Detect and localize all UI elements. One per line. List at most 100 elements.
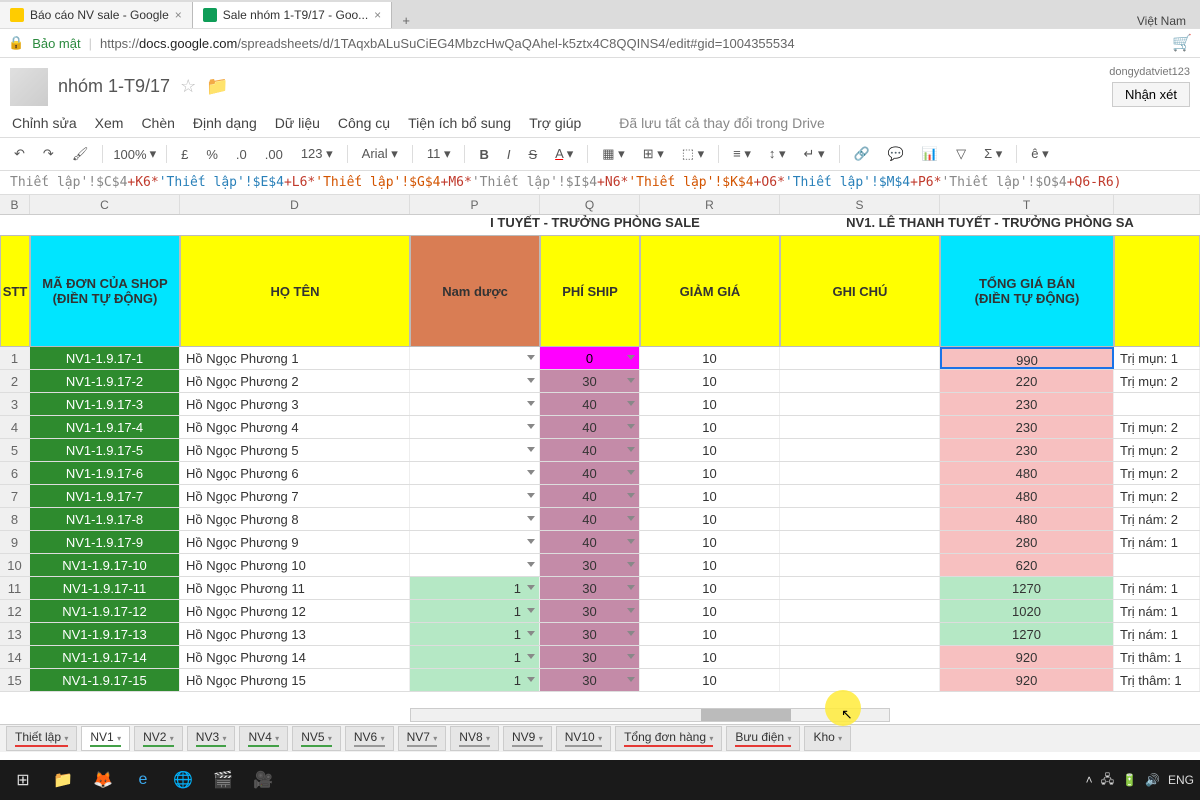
cell-u[interactable]: Trị nám: 1: [1114, 531, 1200, 553]
row-number[interactable]: 3: [0, 393, 30, 415]
chevron-down-icon[interactable]: [627, 677, 635, 682]
cell-name[interactable]: Hồ Ngọc Phương 10: [180, 554, 410, 576]
table-row[interactable]: 6NV1-1.9.17-6Hồ Ngọc Phương 64010480Trị …: [0, 462, 1200, 485]
row-number[interactable]: 15: [0, 669, 30, 691]
cell-name[interactable]: Hồ Ngọc Phương 12: [180, 600, 410, 622]
row-number[interactable]: 10: [0, 554, 30, 576]
sheet-tab[interactable]: NV7 ▾: [398, 726, 447, 751]
table-row[interactable]: 10NV1-1.9.17-10Hồ Ngọc Phương 103010620: [0, 554, 1200, 577]
cell-s[interactable]: [780, 393, 940, 415]
cell-code[interactable]: NV1-1.9.17-14: [30, 646, 180, 668]
table-row[interactable]: 8NV1-1.9.17-8Hồ Ngọc Phương 84010480Trị …: [0, 508, 1200, 531]
cell-q[interactable]: 40: [540, 416, 640, 438]
cell-u[interactable]: Trị mụn: 2: [1114, 439, 1200, 461]
cell-t[interactable]: 230: [940, 416, 1114, 438]
dec-decrease-button[interactable]: .0: [232, 145, 251, 164]
cell-q[interactable]: 30: [540, 623, 640, 645]
cell-t[interactable]: 620: [940, 554, 1114, 576]
chevron-down-icon[interactable]: [627, 378, 635, 383]
chevron-down-icon[interactable]: [527, 378, 535, 383]
chevron-down-icon[interactable]: [527, 585, 535, 590]
sheet-tab[interactable]: NV2 ▾: [134, 726, 183, 751]
sheet-tab[interactable]: Thiết lập ▾: [6, 726, 77, 751]
chevron-down-icon[interactable]: [527, 355, 535, 360]
ime-indicator[interactable]: Việt Nam: [1123, 14, 1200, 28]
cell-u[interactable]: Trị mụn: 1: [1114, 347, 1200, 369]
cell-q[interactable]: 40: [540, 508, 640, 530]
cell-q[interactable]: 40: [540, 439, 640, 461]
table-row[interactable]: 1NV1-1.9.17-1Hồ Ngọc Phương 1010990Trị m…: [0, 347, 1200, 370]
table-row[interactable]: 14NV1-1.9.17-14Hồ Ngọc Phương 1413010920…: [0, 646, 1200, 669]
cell-code[interactable]: NV1-1.9.17-7: [30, 485, 180, 507]
cell-r[interactable]: 10: [640, 462, 780, 484]
cell-name[interactable]: Hồ Ngọc Phương 15: [180, 669, 410, 691]
chevron-down-icon[interactable]: [627, 654, 635, 659]
row-number[interactable]: 9: [0, 531, 30, 553]
row-number[interactable]: 4: [0, 416, 30, 438]
fillcolor-button[interactable]: ▦ ▾: [598, 144, 628, 164]
menu-item[interactable]: Tiện ích bổ sung: [408, 115, 511, 131]
input-method-button[interactable]: ê ▾: [1027, 144, 1052, 164]
cell-code[interactable]: NV1-1.9.17-13: [30, 623, 180, 645]
cell-t[interactable]: 480: [940, 462, 1114, 484]
cell-p[interactable]: [410, 416, 540, 438]
url-field[interactable]: https://docs.google.com/spreadsheets/d/1…: [100, 36, 1164, 51]
cell-t[interactable]: 1270: [940, 577, 1114, 599]
cell-q[interactable]: 30: [540, 554, 640, 576]
cell-u[interactable]: Trị nám: 2: [1114, 508, 1200, 530]
cell-p[interactable]: [410, 531, 540, 553]
cell-p[interactable]: [410, 439, 540, 461]
fontsize-select[interactable]: 11 ▾: [423, 144, 455, 164]
cell-u[interactable]: [1114, 393, 1200, 415]
cell-q[interactable]: 30: [540, 600, 640, 622]
column-headers[interactable]: B C D P Q R S T: [0, 195, 1200, 215]
row-number[interactable]: 2: [0, 370, 30, 392]
cell-s[interactable]: [780, 531, 940, 553]
cell-t[interactable]: 220: [940, 370, 1114, 392]
cell-s[interactable]: [780, 370, 940, 392]
cell-s[interactable]: [780, 462, 940, 484]
volume-icon[interactable]: 🔊: [1145, 773, 1160, 787]
cell-code[interactable]: NV1-1.9.17-3: [30, 393, 180, 415]
cell-name[interactable]: Hồ Ngọc Phương 9: [180, 531, 410, 553]
chevron-down-icon[interactable]: [627, 585, 635, 590]
cell-p[interactable]: [410, 508, 540, 530]
new-tab-button[interactable]: +: [392, 13, 420, 28]
cell-s[interactable]: [780, 508, 940, 530]
chevron-down-icon[interactable]: [527, 447, 535, 452]
app2-icon[interactable]: 🎥: [246, 765, 280, 795]
system-tray[interactable]: ˄ 🖧 🔋 🔊 ENG: [1086, 770, 1194, 791]
table-row[interactable]: 9NV1-1.9.17-9Hồ Ngọc Phương 94010280Trị …: [0, 531, 1200, 554]
sheets-logo-icon[interactable]: [10, 68, 48, 106]
row-number[interactable]: 7: [0, 485, 30, 507]
chevron-down-icon[interactable]: [627, 631, 635, 636]
cell-code[interactable]: NV1-1.9.17-4: [30, 416, 180, 438]
spreadsheet-grid[interactable]: B C D P Q R S T I TUYẾT - TRƯỞNG PHÒNG S…: [0, 195, 1200, 692]
menu-item[interactable]: Chèn: [141, 115, 174, 131]
sheet-tab[interactable]: NV4 ▾: [239, 726, 288, 751]
browser-tab[interactable]: Sale nhóm 1-T9/17 - Goo...×: [193, 2, 392, 28]
cell-r[interactable]: 10: [640, 531, 780, 553]
cell-name[interactable]: Hồ Ngọc Phương 3: [180, 393, 410, 415]
cell-r[interactable]: 10: [640, 485, 780, 507]
cell-name[interactable]: Hồ Ngọc Phương 5: [180, 439, 410, 461]
paint-format-icon[interactable]: 🖌: [68, 144, 93, 164]
cell-t[interactable]: 230: [940, 439, 1114, 461]
cell-p[interactable]: 1: [410, 623, 540, 645]
chevron-down-icon[interactable]: [527, 654, 535, 659]
menu-item[interactable]: Định dạng: [193, 115, 257, 131]
row-number[interactable]: 1: [0, 347, 30, 369]
sheet-tab[interactable]: Bưu điện ▾: [726, 726, 800, 751]
cell-u[interactable]: Trị nám: 1: [1114, 600, 1200, 622]
cell-t[interactable]: 230: [940, 393, 1114, 415]
sheet-tab[interactable]: NV10 ▾: [556, 726, 611, 751]
dec-increase-button[interactable]: .00: [261, 145, 287, 164]
table-row[interactable]: 5NV1-1.9.17-5Hồ Ngọc Phương 54010230Trị …: [0, 439, 1200, 462]
filter-button[interactable]: ▽: [952, 144, 970, 164]
number-format-button[interactable]: 123 ▾: [297, 144, 337, 164]
chevron-down-icon[interactable]: [527, 516, 535, 521]
row-number[interactable]: 6: [0, 462, 30, 484]
zoom-select[interactable]: 100% ▾: [113, 146, 156, 162]
cell-t[interactable]: 280: [940, 531, 1114, 553]
table-row[interactable]: 3NV1-1.9.17-3Hồ Ngọc Phương 34010230: [0, 393, 1200, 416]
